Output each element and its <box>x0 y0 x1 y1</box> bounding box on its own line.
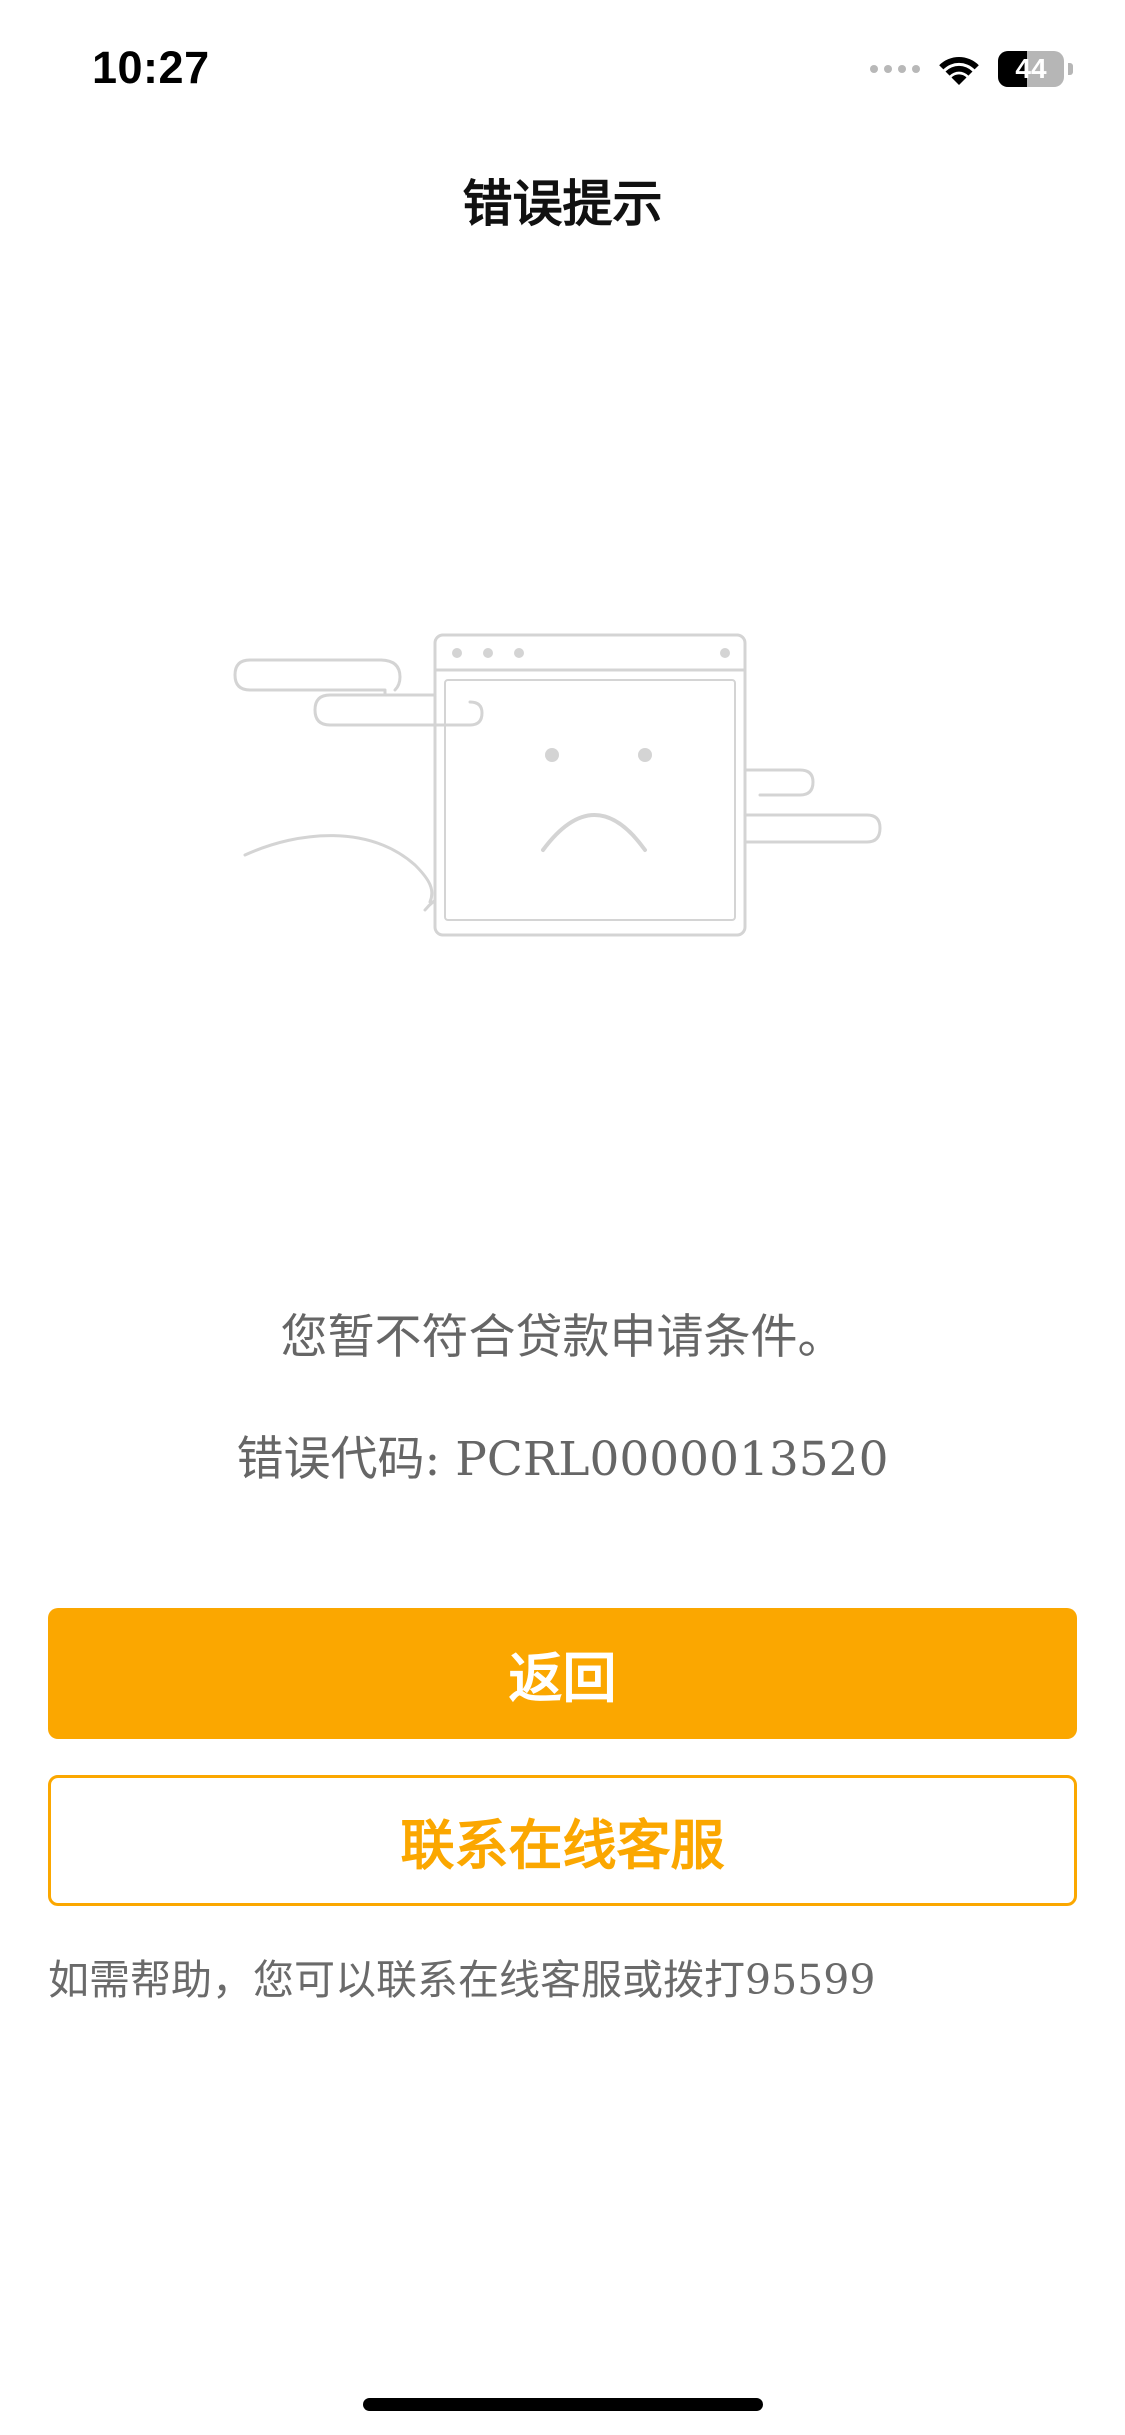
nav-bar: 错误提示 <box>0 150 1125 250</box>
status-time: 10:27 <box>92 42 210 93</box>
home-indicator[interactable] <box>363 2398 763 2411</box>
wifi-icon <box>936 52 982 86</box>
status-icons: 44 <box>870 46 1073 92</box>
sad-browser-window-icon <box>230 620 890 960</box>
status-bar: 10:27 44 <box>0 0 1125 140</box>
error-message: 您暂不符合贷款申请条件。 <box>280 1310 845 1365</box>
error-code: 错误代码: PCRL0000013520 <box>236 1432 889 1487</box>
help-text: 如需帮助，您可以联系在线客服或拨打95599 <box>48 1956 876 2004</box>
signal-dots-icon <box>870 65 920 73</box>
contact-service-button-label: 联系在线客服 <box>400 1814 725 1877</box>
battery-level: 44 <box>1015 53 1047 84</box>
back-button[interactable]: 返回 <box>48 1608 1077 1739</box>
battery-icon: 44 <box>998 51 1064 87</box>
contact-service-button[interactable]: 联系在线客服 <box>48 1775 1077 1906</box>
battery-cap <box>1068 63 1073 75</box>
back-button-label: 返回 <box>508 1647 617 1710</box>
page-title: 错误提示 <box>462 175 663 233</box>
